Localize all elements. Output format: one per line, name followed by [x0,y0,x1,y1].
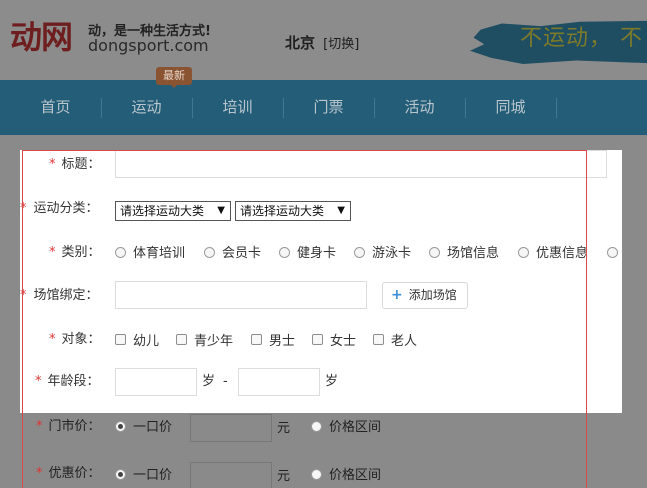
type-radio-user[interactable] [607,247,618,258]
city-name: 北京 [285,34,316,52]
nav-item-local[interactable]: 同城 [465,80,556,135]
main-nav: 首页 运动 培训 门票 活动 同城 [0,80,647,135]
logo-mark: 动网 [10,18,73,56]
header-banner: 不运动， 不 [470,14,647,66]
nav-item-tickets[interactable]: 门票 [283,80,374,135]
nav-item-home[interactable]: 首页 [10,80,101,135]
site-logo[interactable]: 动网 动，是一种生活方式! dongsport.com [10,18,220,58]
logo-domain: dongsport.com [88,36,209,55]
nav-item-sports[interactable]: 运动 [101,80,192,135]
site-header: 动网 动，是一种生活方式! dongsport.com 北京 [切换] 不运动，… [0,0,647,80]
city-selector: 北京 [切换] [285,32,359,53]
new-badge: 最新 [156,67,192,88]
nav-item-events[interactable]: 活动 [374,80,465,135]
city-switch-link[interactable]: [切换] [323,37,359,52]
nav-item-training[interactable]: 培训 [192,80,283,135]
banner-slogan: 不运动， 不 [520,26,643,51]
highlight-outline [22,150,587,488]
nav-divider [556,98,557,118]
